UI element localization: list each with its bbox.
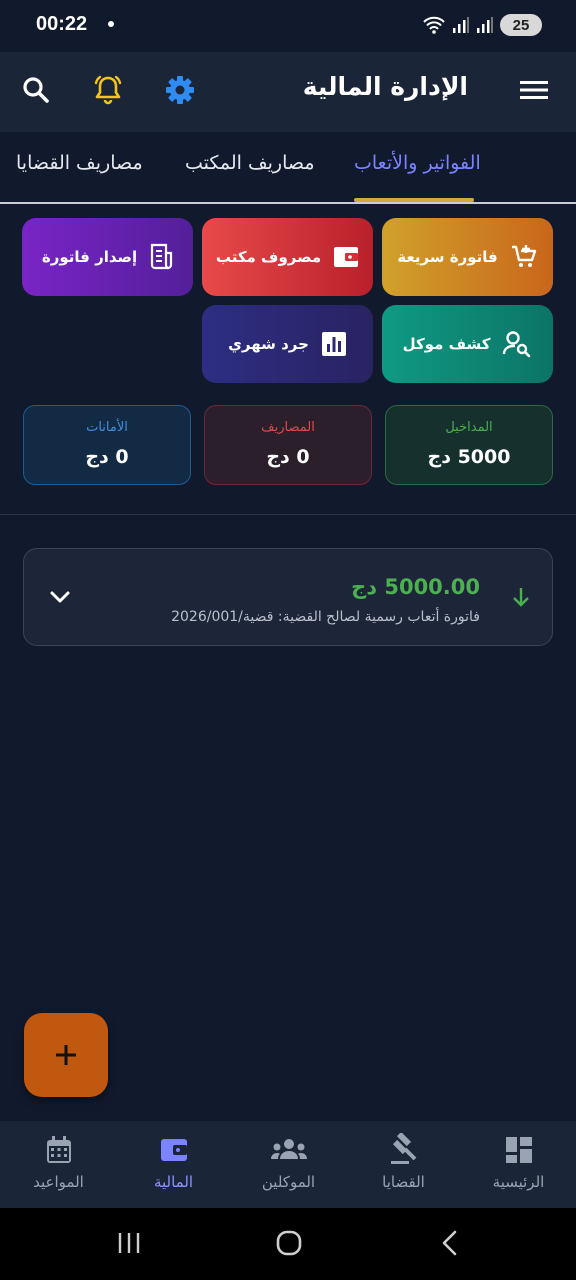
signal-2-icon xyxy=(477,17,493,33)
status-time: 00:22 xyxy=(36,13,88,35)
client-statement-button[interactable]: كشف موكل xyxy=(382,305,553,383)
nav-label-cases: القضايا xyxy=(382,1173,425,1191)
notifications-button[interactable] xyxy=(86,68,130,112)
recent-apps-icon[interactable] xyxy=(116,1230,142,1256)
settings-button[interactable] xyxy=(158,68,202,112)
receipt-icon xyxy=(151,243,173,270)
expenses-stat-card: المصاريف 0 دج xyxy=(204,405,372,485)
status-bar: 00:22 25 xyxy=(0,0,576,52)
battery-indicator: 25 xyxy=(500,14,542,36)
notification-dot-icon xyxy=(108,21,114,27)
gear-icon xyxy=(166,76,194,104)
monthly-inventory-button[interactable]: جرد شهري xyxy=(202,305,373,383)
deposits-label: الأمانات xyxy=(86,420,128,435)
nav-item-home[interactable]: الرئيسية xyxy=(461,1121,576,1208)
tab-bar: مصاريف القضايا مصاريف المكتب الفواتير وا… xyxy=(0,132,576,204)
nav-item-cases[interactable]: القضايا xyxy=(346,1121,461,1208)
client-statement-label: كشف موكل xyxy=(402,335,491,353)
tab-office-expenses[interactable]: مصاريف المكتب xyxy=(185,152,315,174)
issue-invoice-button[interactable]: إصدار فاتورة xyxy=(22,218,193,296)
quick-invoice-button[interactable]: فاتورة سريعة xyxy=(382,218,553,296)
signal-icon xyxy=(453,17,469,33)
back-icon[interactable] xyxy=(438,1229,462,1257)
add-cart-icon xyxy=(511,245,536,267)
home-icon[interactable] xyxy=(275,1229,303,1257)
groups-icon xyxy=(270,1139,307,1159)
nav-label-home: الرئيسية xyxy=(492,1173,545,1191)
wallet-icon xyxy=(160,1139,187,1161)
transaction-card[interactable]: 5000.00 دج فاتورة أتعاب رسمية لصالح القض… xyxy=(23,548,553,646)
income-value: 5000 دج xyxy=(427,446,511,468)
deposits-stat-card: الأمانات 0 دج xyxy=(23,405,191,485)
dashboard-icon xyxy=(505,1137,532,1163)
nav-item-appointments[interactable]: المواعيد xyxy=(1,1121,116,1208)
calendar-icon xyxy=(46,1136,71,1163)
expenses-label: المصاريف xyxy=(261,420,315,435)
bar-chart-icon xyxy=(321,332,346,356)
search-icon xyxy=(23,77,49,103)
app-bar: الإدارة المالية xyxy=(0,52,576,132)
monthly-inventory-label: جرد شهري xyxy=(228,335,309,353)
system-nav-bar xyxy=(0,1208,576,1280)
deposits-value: 0 دج xyxy=(85,446,129,468)
add-transaction-button[interactable] xyxy=(24,1013,108,1097)
nav-label-clients: الموكلين xyxy=(261,1173,316,1191)
wifi-icon xyxy=(423,16,445,34)
gavel-icon xyxy=(390,1133,416,1164)
tab-case-expenses[interactable]: مصاريف القضايا xyxy=(16,152,143,174)
transaction-description: فاتورة أتعاب رسمية لصالح القضية: قضية/20… xyxy=(171,609,480,625)
expenses-value: 0 دج xyxy=(266,446,310,468)
nav-item-finance[interactable]: المالية xyxy=(116,1121,231,1208)
menu-icon xyxy=(520,81,548,99)
arrow-down-icon xyxy=(513,588,529,607)
chevron-down-icon[interactable] xyxy=(48,587,72,607)
menu-button[interactable] xyxy=(512,68,556,112)
quick-invoice-label: فاتورة سريعة xyxy=(397,248,498,266)
office-expense-label: مصروف مكتب xyxy=(215,248,322,266)
bottom-nav: الرئيسية القضايا الموكلين المالية المواع… xyxy=(0,1121,576,1208)
tab-invoices-fees[interactable]: الفواتير والأتعاب xyxy=(354,152,481,174)
bell-icon xyxy=(94,75,122,105)
person-search-icon xyxy=(503,331,531,358)
income-stat-card: المداخيل 5000 دج xyxy=(385,405,553,485)
section-divider xyxy=(0,514,576,515)
nav-label-finance: المالية xyxy=(153,1173,194,1191)
income-label: المداخيل xyxy=(445,420,493,435)
transaction-amount: 5000.00 دج xyxy=(351,575,480,599)
nav-item-clients[interactable]: الموكلين xyxy=(231,1121,346,1208)
plus-icon xyxy=(56,1045,76,1065)
search-button[interactable] xyxy=(14,68,58,112)
status-icons: 25 xyxy=(422,12,542,38)
nav-label-appointments: المواعيد xyxy=(33,1173,84,1191)
office-expense-button[interactable]: مصروف مكتب xyxy=(202,218,373,296)
tab-indicator xyxy=(354,198,474,202)
page-title: الإدارة المالية xyxy=(302,72,468,101)
wallet-icon xyxy=(334,247,359,267)
issue-invoice-label: إصدار فاتورة xyxy=(41,248,138,266)
